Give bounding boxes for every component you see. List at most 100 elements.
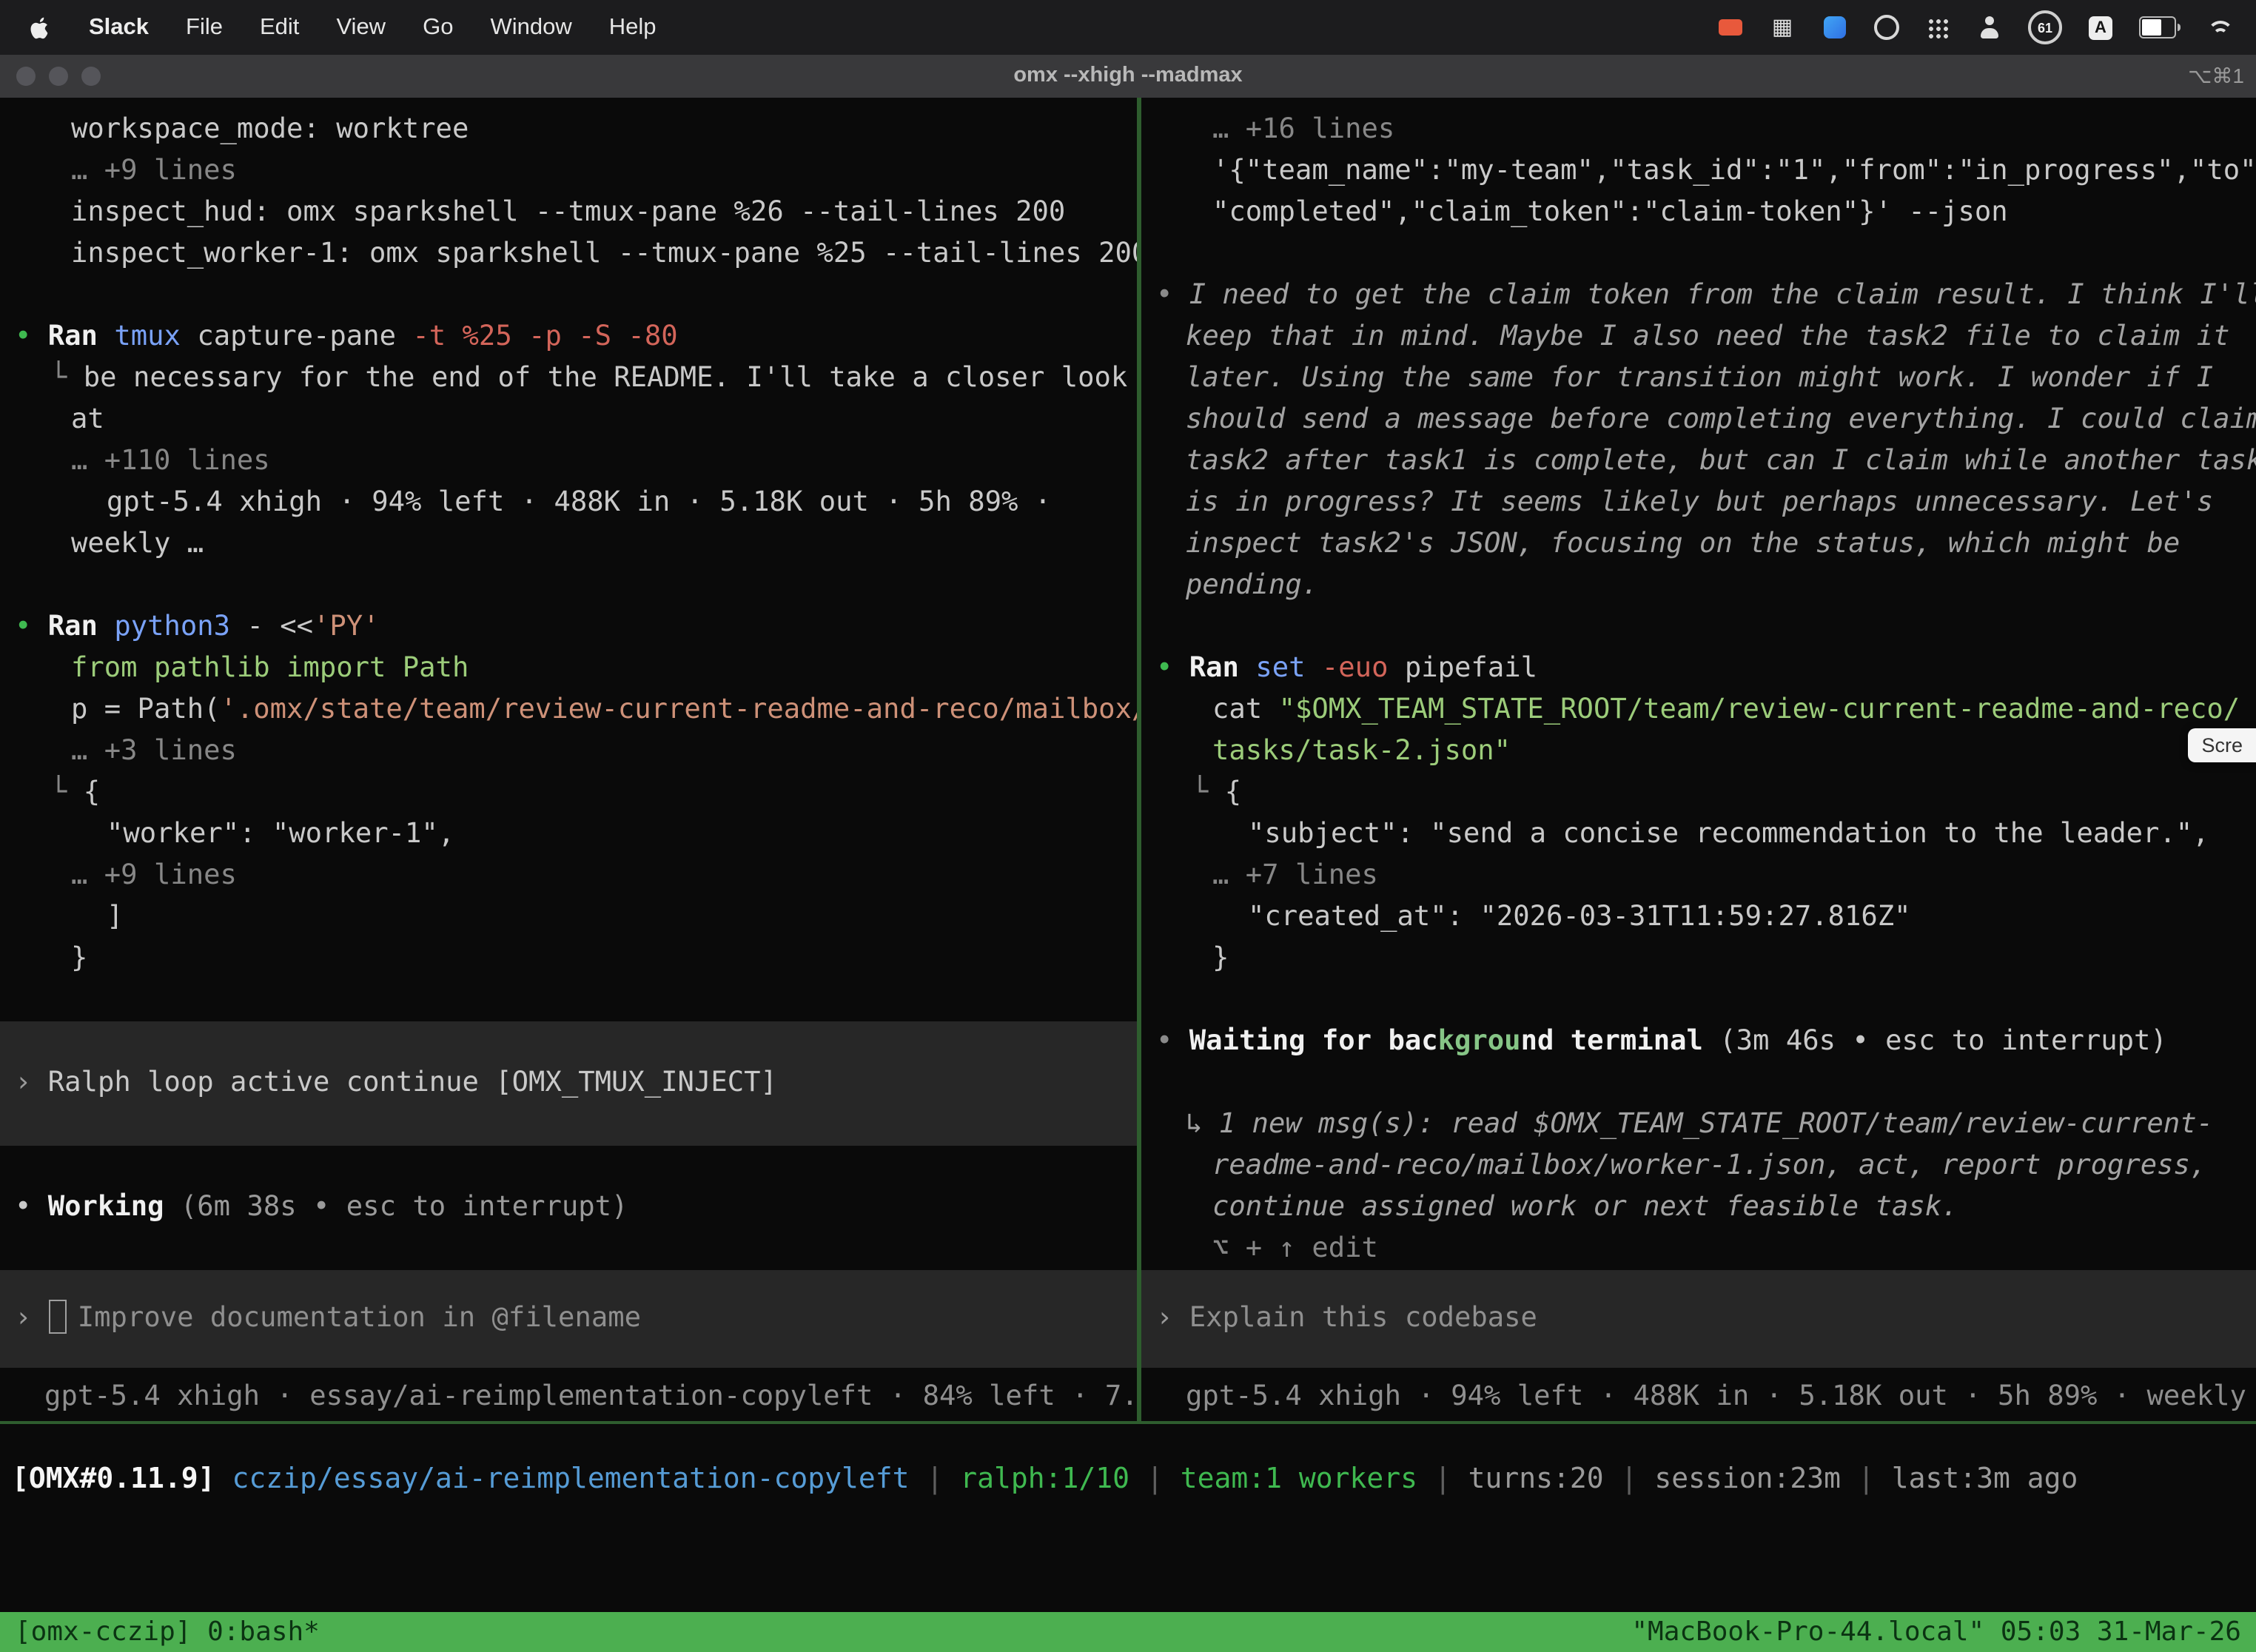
text-segment: ↳ 1 new msg(s): read $OMX_TEAM_STATE_ROO… <box>1186 1109 2213 1140</box>
terminal-line: weekly … <box>15 524 1137 565</box>
terminal-line: "created_at": "2026-03-31T11:59:27.816Z" <box>1156 897 2256 939</box>
text-segment: • <box>1156 1026 1189 1057</box>
text-segment: { <box>84 777 100 808</box>
shutter-icon[interactable] <box>1873 11 1899 44</box>
terminal-line: "subject": "send a concise recommendatio… <box>1156 814 2256 856</box>
working-bullet: • <box>15 1192 48 1223</box>
text-segment: "worker": "worker-1", <box>107 819 454 850</box>
battery-percent-badge[interactable]: 61 <box>2028 11 2062 44</box>
screen-sharing-icon[interactable] <box>1717 11 1744 44</box>
text-segment: (3m 46s • esc to interrupt) <box>1719 1026 2167 1057</box>
omx-ralph-count: ralph:1/10 <box>960 1463 1147 1495</box>
text-segment: - << <box>246 611 313 642</box>
terminal-line <box>1156 980 2256 1021</box>
terminal-line: is in progress? It seems likely but perh… <box>1156 483 2256 524</box>
terminal-line <box>1156 607 2256 648</box>
terminal-line: └ { <box>15 773 1137 814</box>
text-segment: '.omx/state/team/review-current-readme-a… <box>221 694 1138 725</box>
text-segment: ] <box>107 901 123 933</box>
text-segment: } <box>71 943 87 974</box>
omx-team-workers: team:1 workers <box>1181 1463 1434 1495</box>
text-segment: … +9 lines <box>71 155 237 187</box>
dots-grid-icon[interactable] <box>1924 11 1951 44</box>
shortcuts-icon[interactable] <box>1821 11 1847 44</box>
text-segment: └ <box>1192 777 1225 808</box>
scrollback-right: … +16 lines'{"team_name":"my-team","task… <box>1156 110 2256 1270</box>
terminal-line: readme-and-reco/mailbox/worker-1.json, a… <box>1156 1146 2256 1187</box>
menu-go[interactable]: Go <box>423 14 453 41</box>
menu-help[interactable]: Help <box>609 14 657 41</box>
prompt-input-right[interactable]: › Explain this codebase <box>1141 1270 2256 1368</box>
omx-version: [OMX#0.11.9] <box>12 1463 232 1495</box>
text-segment: readme-and-reco/mailbox/worker-1.json, a… <box>1212 1150 2206 1181</box>
text-segment: Ran <box>1189 653 1256 684</box>
text-segment: } <box>1212 943 1229 974</box>
terminal-line: p = Path('.omx/state/team/review-current… <box>15 690 1137 731</box>
terminal-line: … +16 lines <box>1156 110 2256 151</box>
text-segment: • <box>15 611 48 642</box>
menu-edit[interactable]: Edit <box>260 14 299 41</box>
text-segment: pending. <box>1186 570 1318 601</box>
working-label: Working <box>48 1192 181 1223</box>
terminal-line: "completed","claim_token":"claim-token"}… <box>1156 192 2256 234</box>
text-cursor <box>50 1299 67 1333</box>
terminal-line: └ be necessary for the end of the README… <box>15 358 1137 400</box>
terminal-line: … +7 lines <box>1156 856 2256 897</box>
separator: | <box>1434 1463 1468 1495</box>
working-status: • Working (6m 38s • esc to interrupt) <box>15 1187 1137 1229</box>
text-segment: nd terminal <box>1521 1026 1720 1057</box>
prompt-chevron: › <box>15 1067 48 1098</box>
terminal-line <box>15 565 1137 607</box>
terminal-line: should send a message before completing … <box>1156 400 2256 441</box>
text-segment: p = Path( <box>71 694 221 725</box>
pane-status-left: gpt-5.4 xhigh · essay/ai-reimplementatio… <box>15 1368 1137 1421</box>
text-segment: Ran <box>48 611 115 642</box>
screen: Slack File Edit View Go Window Help ▦ 61… <box>0 0 2256 1652</box>
window-title-bar[interactable]: omx --xhigh --madmax ⌥⌘1 <box>0 55 2256 98</box>
text-segment: weekly … <box>71 528 204 560</box>
battery-icon[interactable] <box>2139 11 2181 44</box>
inject-text: Ralph loop active continue [OMX_TMUX_INJ… <box>48 1067 777 1098</box>
text-segment: "subject": "send a concise recommendatio… <box>1248 819 2209 850</box>
terminal-line: pending. <box>1156 565 2256 607</box>
user-icon[interactable] <box>1976 11 2003 44</box>
text-segment: pipefail <box>1405 653 1537 684</box>
omx-status-line: [OMX#0.11.9] cczip/essay/ai-reimplementa… <box>12 1457 2256 1501</box>
terminal-line: … +110 lines <box>15 441 1137 483</box>
text-segment: … +7 lines <box>1212 860 1378 891</box>
prompt-input-left[interactable]: › Improve documentation in @filename <box>0 1270 1137 1368</box>
text-segment: later. Using the same for transition mig… <box>1186 363 2213 394</box>
terminal-line: └ { <box>1156 773 2256 814</box>
tmux-pane-left[interactable]: workspace_mode: worktree… +9 linesinspec… <box>0 98 1137 1421</box>
separator: | <box>1147 1463 1181 1495</box>
text-segment: • <box>15 321 48 352</box>
apple-menu-icon[interactable] <box>30 14 52 41</box>
text-segment: capture-pane <box>197 321 412 352</box>
menu-bar-left: Slack File Edit View Go Window Help <box>0 14 657 41</box>
tmux-pane-right[interactable]: … +16 lines'{"team_name":"my-team","task… <box>1141 98 2256 1421</box>
separator: | <box>1858 1463 1892 1495</box>
wifi-icon[interactable] <box>2206 11 2232 44</box>
text-segment: should send a message before completing … <box>1186 404 2256 435</box>
text-segment: keep that in mind. Maybe I also need the… <box>1186 321 2230 352</box>
omx-session-time: session:23m <box>1654 1463 1858 1495</box>
terminal-line <box>1156 1063 2256 1104</box>
terminal-line: '{"team_name":"my-team","task_id":"1","f… <box>1156 151 2256 192</box>
tmux-host-clock: "MacBook-Pro-44.local" 05:03 31-Mar-26 <box>1631 1612 2241 1652</box>
text-segment: • <box>1156 280 1189 311</box>
screenshot-popup[interactable]: Scre <box>2188 728 2256 762</box>
terminal-line: ] <box>15 897 1137 939</box>
terminal-line: "worker": "worker-1", <box>15 814 1137 856</box>
separator: | <box>926 1463 960 1495</box>
menu-file[interactable]: File <box>186 14 223 41</box>
menu-window[interactable]: Window <box>490 14 571 41</box>
menu-view[interactable]: View <box>336 14 386 41</box>
terminal-line: • Ran python3 - <<'PY' <box>15 607 1137 648</box>
text-segment: └ <box>50 363 84 394</box>
text-segment: is in progress? It seems likely but perh… <box>1186 487 2213 518</box>
input-source-icon[interactable]: A <box>2087 11 2114 44</box>
app-menu-slack[interactable]: Slack <box>89 14 149 41</box>
terminal-line: gpt-5.4 xhigh · 94% left · 488K in · 5.1… <box>15 483 1137 524</box>
terminal-line: cat "$OMX_TEAM_STATE_ROOT/team/review-cu… <box>1156 690 2256 731</box>
window-grid-icon[interactable]: ▦ <box>1769 11 1796 44</box>
